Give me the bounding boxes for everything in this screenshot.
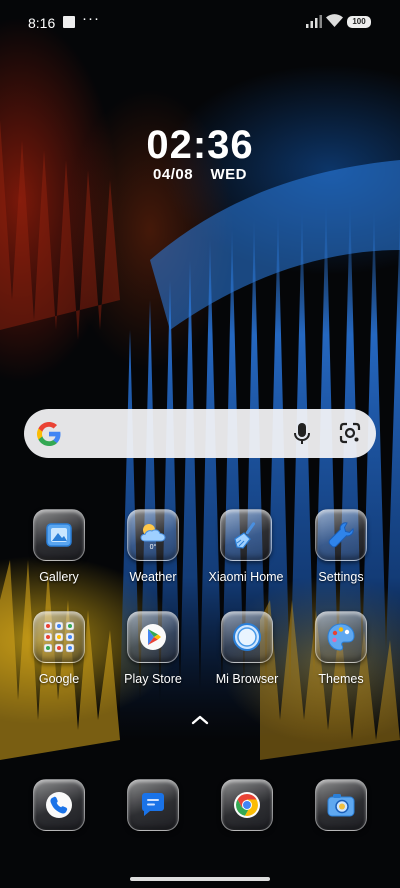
folder-google[interactable]: Google	[14, 611, 104, 686]
dock-phone[interactable]	[14, 779, 104, 831]
wrench-icon	[315, 509, 367, 561]
notification-icon	[63, 16, 75, 28]
clock-time: 02:36	[146, 123, 254, 167]
browser-icon	[221, 611, 273, 663]
lens-icon[interactable]	[339, 422, 361, 444]
clock-date-row: 04/08 WED	[0, 166, 400, 183]
camera-icon	[315, 779, 367, 831]
signal-icon	[306, 15, 322, 28]
more-notifications-icon: ···	[82, 10, 100, 27]
app-label: Settings	[318, 570, 364, 584]
app-themes[interactable]: Themes	[296, 611, 386, 686]
battery-icon: 100	[347, 16, 371, 28]
messages-icon	[127, 779, 179, 831]
app-play-store[interactable]: Play Store	[108, 611, 198, 686]
app-label: Xiaomi Home	[208, 570, 284, 584]
app-label: Google	[38, 672, 80, 686]
app-gallery[interactable]: Gallery	[14, 509, 104, 584]
app-drawer-chevron-up-icon[interactable]	[191, 714, 209, 726]
clock-date: 04/08	[153, 166, 194, 183]
app-label: Mi Browser	[215, 672, 279, 686]
palette-icon	[315, 611, 367, 663]
weather-icon: 0°	[127, 509, 179, 561]
gallery-icon	[33, 509, 85, 561]
app-weather[interactable]: 0° Weather	[108, 509, 198, 584]
dock-chrome[interactable]	[202, 779, 292, 831]
app-label: Themes	[318, 672, 364, 686]
chrome-icon	[221, 779, 273, 831]
phone-icon	[33, 779, 85, 831]
clock-day: WED	[210, 166, 247, 183]
google-search-bar[interactable]	[24, 409, 376, 458]
app-label: Play Store	[124, 672, 182, 686]
status-bar: 8:16 ··· 100	[0, 0, 400, 44]
weather-temp: 0°	[150, 543, 157, 551]
mic-icon[interactable]	[292, 422, 312, 446]
app-label: Gallery	[39, 570, 79, 584]
status-time: 8:16	[28, 15, 56, 31]
app-mi-browser[interactable]: Mi Browser	[202, 611, 292, 686]
dock-camera[interactable]	[296, 779, 386, 831]
wifi-icon	[326, 14, 343, 27]
app-settings[interactable]: Settings	[296, 509, 386, 584]
app-label: Weather	[129, 570, 177, 584]
broom-icon	[220, 509, 272, 561]
dock-messages[interactable]	[108, 779, 198, 831]
home-indicator[interactable]	[130, 877, 270, 881]
play-store-icon	[127, 611, 179, 663]
app-xiaomi-home[interactable]: Xiaomi Home	[196, 509, 296, 584]
folder-grid-icon	[33, 611, 85, 663]
google-g-icon	[37, 422, 61, 446]
